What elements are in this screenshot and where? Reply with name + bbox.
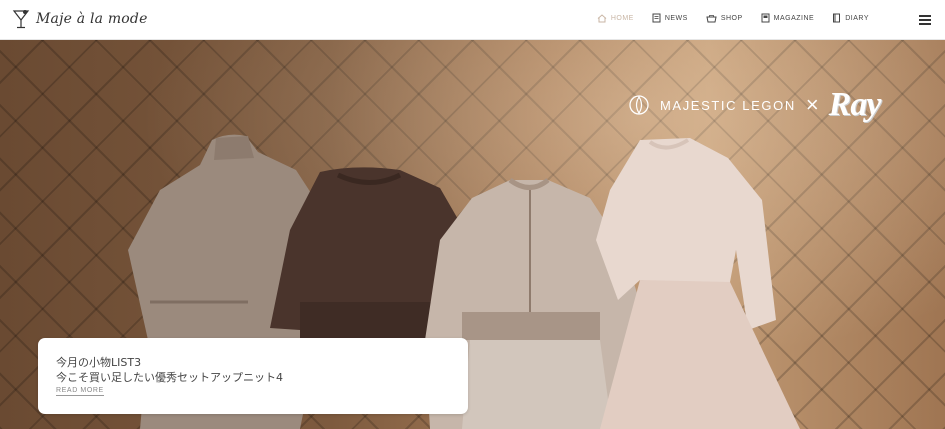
site-logo[interactable]: Maje à la mode <box>12 8 148 30</box>
nav-item-shop[interactable]: SHOP <box>706 13 743 23</box>
hamburger-menu-icon[interactable] <box>919 15 931 25</box>
home-icon <box>597 13 607 22</box>
collab-separator: × <box>805 92 819 117</box>
hero-banner[interactable]: MAJESTIC LEGON × Ray 今月の小物LIST3 今こそ買い足した… <box>0 40 945 429</box>
main-nav: HOME NEWS SHOP MAGAZINE DIARY <box>597 13 869 23</box>
card-subtitle: 今月の小物LIST3 <box>56 356 142 369</box>
cocktail-glass-icon <box>12 10 30 29</box>
shop-icon <box>706 14 717 22</box>
diary-icon <box>833 13 841 23</box>
nav-item-label: SHOP <box>720 14 743 22</box>
nav-item-label: NEWS <box>664 14 688 22</box>
nav-item-label: HOME <box>610 14 634 22</box>
collab-logo: MAJESTIC LEGON × Ray <box>628 86 882 124</box>
nav-item-magazine[interactable]: MAGAZINE <box>761 13 815 23</box>
nav-item-diary[interactable]: DIARY <box>832 13 869 23</box>
nav-item-news[interactable]: NEWS <box>652 13 688 23</box>
logo-text: Maje à la mode <box>36 11 148 27</box>
news-icon <box>652 13 661 23</box>
article-card[interactable]: 今月の小物LIST3 今こそ買い足したい優秀セットアップニット4 READ MO… <box>38 338 468 414</box>
majestic-legon-emblem-icon <box>629 95 649 115</box>
collab-brand-name: MAJESTIC LEGON <box>660 97 796 113</box>
site-header: Maje à la mode HOME NEWS SHOP MAGAZINE D… <box>0 0 945 40</box>
nav-item-label: DIARY <box>845 14 869 22</box>
collab-partner-logo: Ray <box>828 86 882 123</box>
nav-item-label: MAGAZINE <box>773 14 815 22</box>
nav-item-home[interactable]: HOME <box>597 13 634 23</box>
card-title: 今こそ買い足したい優秀セットアップニット4 <box>56 371 283 384</box>
read-more-link[interactable]: READ MORE <box>56 387 104 396</box>
magazine-icon <box>761 13 770 23</box>
